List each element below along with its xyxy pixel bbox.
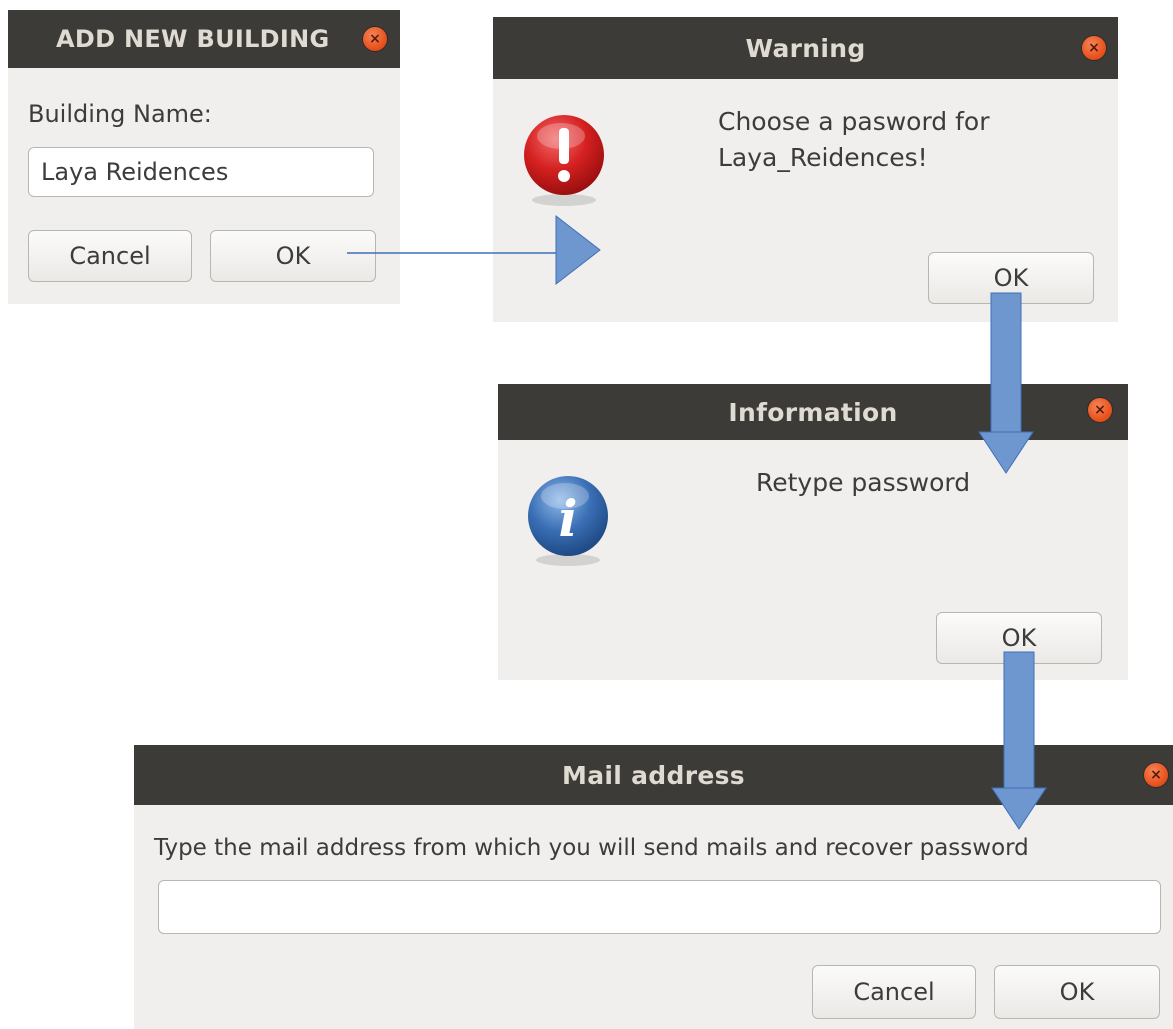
add-building-titlebar: ADD NEW BUILDING <box>8 10 400 68</box>
add-building-dialog: ADD NEW BUILDING × Building Name: Laya R… <box>8 10 400 304</box>
exclamation-icon <box>523 114 605 214</box>
information-message: Retype password <box>756 468 971 497</box>
info-icon: i <box>526 474 610 574</box>
building-name-label: Building Name: <box>28 100 212 128</box>
mail-address-prompt: Type the mail address from which you wil… <box>154 835 1029 861</box>
mail-address-dialog: Mail address × Type the mail address fro… <box>134 745 1173 1029</box>
close-icon[interactable]: × <box>1082 36 1106 60</box>
warning-message-line2: Laya_Reidences! <box>718 143 928 172</box>
warning-dialog: Warning × Choose a pasword for Laya_Reid… <box>493 17 1118 322</box>
dialog-title: Information <box>728 397 898 427</box>
mail-address-input[interactable] <box>158 880 1161 934</box>
warning-message-line1: Choose a pasword for <box>718 107 990 136</box>
svg-text:i: i <box>559 489 578 548</box>
dialog-title: Mail address <box>562 760 745 790</box>
close-icon[interactable]: × <box>1144 763 1168 787</box>
dialog-title: Warning <box>745 33 866 63</box>
dialog-title: ADD NEW BUILDING <box>56 25 330 53</box>
mail-address-titlebar: Mail address <box>134 745 1173 805</box>
cancel-button[interactable]: Cancel <box>812 965 976 1019</box>
ok-button[interactable]: OK <box>936 612 1102 664</box>
warning-titlebar: Warning <box>493 17 1118 79</box>
close-icon[interactable]: × <box>363 27 387 51</box>
close-icon[interactable]: × <box>1088 398 1112 422</box>
ok-button[interactable]: OK <box>928 252 1094 304</box>
ok-button[interactable]: OK <box>210 230 376 282</box>
building-name-input[interactable]: Laya Reidences <box>28 147 374 197</box>
information-titlebar: Information <box>498 384 1128 440</box>
information-dialog: Information × i Retype password OK <box>498 384 1128 680</box>
cancel-button[interactable]: Cancel <box>28 230 192 282</box>
ok-button[interactable]: OK <box>994 965 1160 1019</box>
